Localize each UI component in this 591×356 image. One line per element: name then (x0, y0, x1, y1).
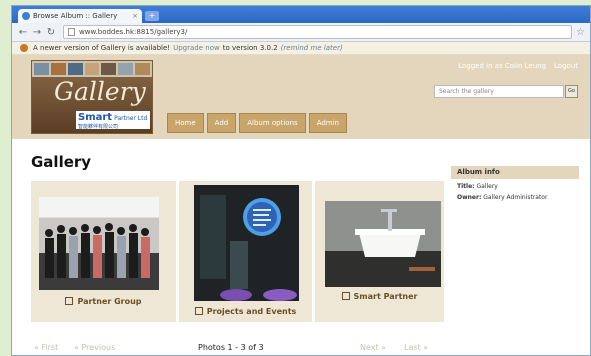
page-icon (68, 28, 75, 36)
logo-company-band: Smart Partner Ltd 智能夥伴有限公司 (76, 111, 150, 130)
album-icon (65, 297, 74, 305)
album-icon (194, 307, 203, 315)
user-bar: Logged in as Colin Leung Logout (458, 62, 578, 70)
logo-smart: Smart (78, 112, 113, 123)
logo-partner: Partner Ltd (114, 115, 148, 122)
album-thumbnail[interactable] (39, 197, 159, 290)
pager-first[interactable]: « First (34, 343, 58, 352)
event-photo-graphic (194, 185, 299, 301)
album-caption[interactable]: Smart Partner (315, 292, 444, 301)
pager-count: Photos 1 - 3 of 3 (198, 343, 264, 352)
menu-home[interactable]: Home (167, 113, 204, 133)
tab-browse-album[interactable]: Browse Album :: Gallery × (18, 9, 142, 23)
tab-strip: Browse Album :: Gallery × + (12, 6, 590, 23)
album-title-value: Gallery (476, 183, 498, 190)
album-title-label: Title: (457, 183, 475, 190)
close-tab-icon[interactable]: × (132, 12, 138, 20)
pager-last[interactable]: Last » (404, 343, 428, 352)
reload-icon[interactable]: ↻ (45, 27, 57, 38)
bookmark-star-icon[interactable]: ☆ (576, 27, 585, 38)
album-caption-text: Partner Group (77, 297, 142, 306)
basin-photo-graphic (325, 201, 441, 287)
page-title: Gallery (31, 153, 92, 171)
gallery-header: Gallery Smart Partner Ltd 智能夥伴有限公司 Logged… (12, 55, 590, 139)
album-item-smart-partner[interactable]: Smart Partner (315, 181, 444, 322)
site-menu: Home Add Album options Admin (167, 113, 347, 133)
album-icon (341, 292, 350, 300)
new-tab-button[interactable]: + (145, 11, 159, 21)
album-thumbnail[interactable] (194, 185, 299, 301)
album-caption-text: Smart Partner (353, 292, 418, 301)
logo-word: Gallery (54, 77, 146, 106)
browser-window: Browse Album :: Gallery × + ← → ↻ www.bo… (11, 5, 591, 356)
browser-toolbar: ← → ↻ www.boddes.hk:8815/gallery3/ ☆ (12, 23, 590, 42)
album-owner-value: Gallery Administrator (483, 194, 548, 201)
album-info-panel: Album info Title: Gallery Owner: Gallery… (451, 166, 579, 201)
favicon-icon (22, 12, 30, 20)
logo-thumbnail-strip (32, 61, 152, 77)
warning-icon (20, 44, 28, 52)
album-owner-row: Owner: Gallery Administrator (451, 194, 579, 201)
remind-later-link[interactable]: (remind me later) (281, 44, 343, 52)
album-grid: Partner Group Projects and Events Smart … (31, 181, 444, 322)
gallery-logo[interactable]: Gallery Smart Partner Ltd 智能夥伴有限公司 (31, 60, 153, 134)
pager-previous[interactable]: « Previous (74, 343, 115, 352)
logout-link[interactable]: Logout (554, 62, 578, 70)
forward-icon[interactable]: → (31, 27, 43, 38)
search-go-button[interactable]: Go (565, 85, 578, 98)
album-caption[interactable]: Projects and Events (179, 307, 312, 316)
group-photo-graphic (45, 223, 150, 278)
album-info-heading: Album info (451, 166, 579, 179)
pager: « First « Previous Photos 1 - 3 of 3 Nex… (31, 341, 444, 355)
search-input[interactable]: Search the gallery (434, 85, 564, 98)
album-item-projects-events[interactable]: Projects and Events (179, 181, 312, 322)
album-title-row: Title: Gallery (451, 183, 579, 190)
address-bar[interactable]: www.boddes.hk:8815/gallery3/ (63, 25, 573, 39)
logged-in-user[interactable]: Logged in as Colin Leung (458, 62, 546, 70)
album-thumbnail[interactable] (325, 201, 441, 287)
menu-album-options[interactable]: Album options (239, 113, 306, 133)
album-owner-label: Owner: (457, 194, 482, 201)
menu-add[interactable]: Add (206, 113, 237, 133)
upgrade-notice: A newer version of Gallery is available!… (12, 42, 590, 55)
notice-prefix: A newer version of Gallery is available! (33, 44, 171, 52)
album-caption-text: Projects and Events (206, 307, 297, 316)
back-icon[interactable]: ← (17, 27, 29, 38)
upgrade-now-link[interactable]: Upgrade now (173, 44, 220, 52)
album-caption[interactable]: Partner Group (31, 297, 176, 306)
address-url: www.boddes.hk:8815/gallery3/ (79, 28, 188, 36)
tab-title: Browse Album :: Gallery (33, 12, 118, 20)
menu-admin[interactable]: Admin (308, 113, 347, 133)
notice-suffix: to version 3.0.2 (222, 44, 278, 52)
logo-chinese-name: 智能夥伴有限公司 (78, 124, 119, 130)
pager-next[interactable]: Next » (360, 343, 386, 352)
album-item-partner-group[interactable]: Partner Group (31, 181, 176, 322)
main-content: Gallery Partner Group Projects and Event… (12, 139, 590, 355)
